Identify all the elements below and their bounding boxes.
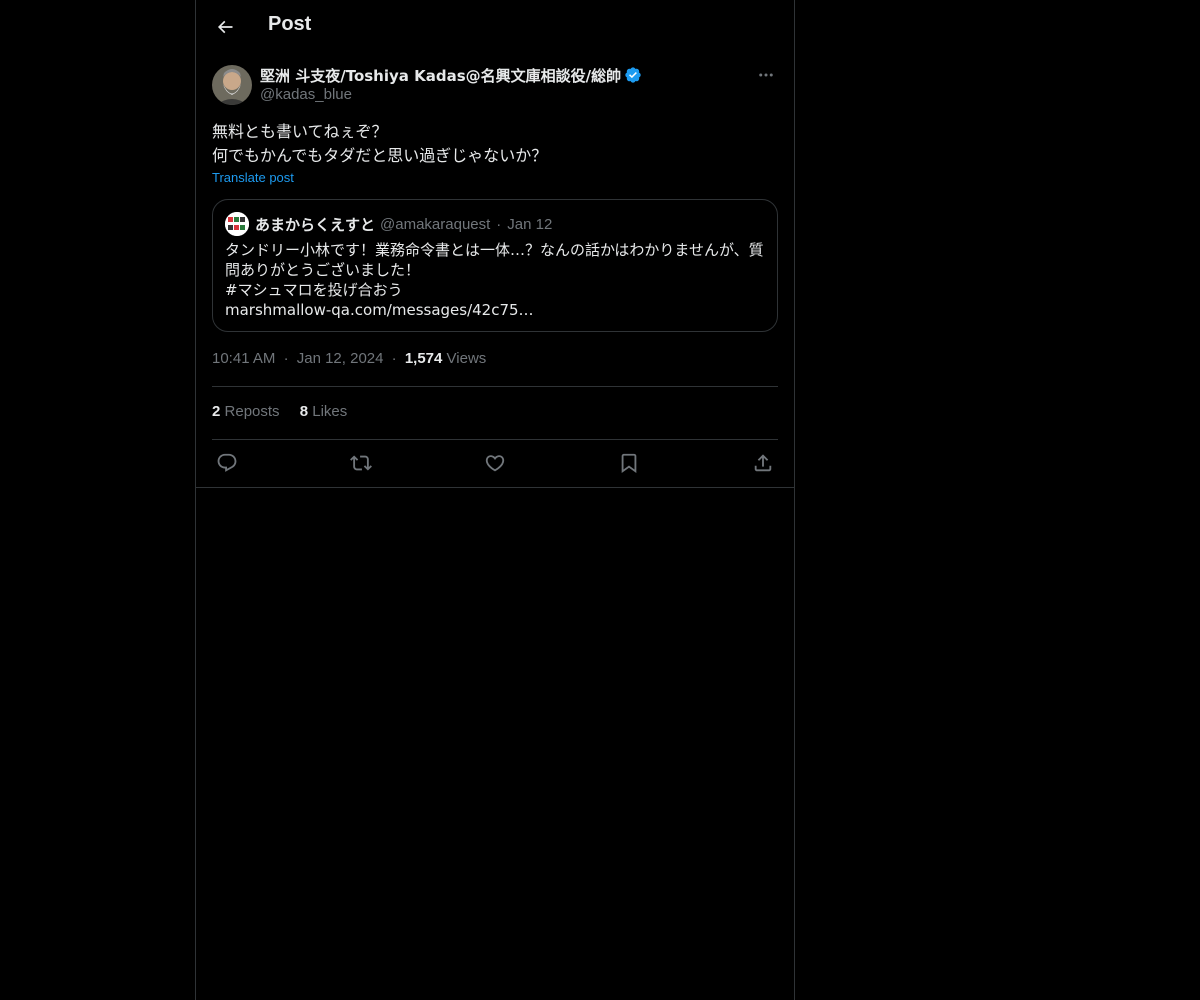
views-count: 1,574 bbox=[404, 350, 443, 367]
heart-icon bbox=[485, 455, 505, 472]
quoted-post[interactable]: あまからくえすと @amakaraquest · Jan 12 タンドリー小林で… bbox=[212, 199, 778, 332]
likes-label: Likes bbox=[312, 403, 348, 420]
likes-count: 8 bbox=[299, 403, 309, 420]
post-text: 無料とも書いてねぇぞ？ 何でもかんでもタダだと思い過ぎじゃないか？ bbox=[212, 120, 778, 168]
quoted-post-header: あまからくえすと @amakaraquest · Jan 12 bbox=[225, 212, 552, 236]
verified-badge-icon bbox=[624, 66, 642, 84]
divider bbox=[212, 439, 778, 440]
arrow-left-icon bbox=[217, 20, 233, 34]
reposts-label: Reposts bbox=[224, 403, 280, 420]
quoted-text-line: 問ありがとうございました！ bbox=[225, 261, 421, 279]
quoted-author-handle: @amakaraquest bbox=[380, 215, 491, 233]
separator-dot: · bbox=[283, 350, 289, 367]
post-date[interactable]: Jan 12, 2024 bbox=[297, 350, 384, 367]
quoted-hashtag: #マシュマロを投げ合おう bbox=[225, 281, 403, 299]
divider bbox=[196, 487, 794, 488]
bookmark-button[interactable] bbox=[614, 449, 644, 477]
author-name-row[interactable]: 堅洲 斗支夜/Toshiya Kadas@名興文庫相談役/総帥 bbox=[260, 64, 642, 86]
post-time[interactable]: 10:41 AM bbox=[212, 350, 275, 367]
share-button[interactable] bbox=[748, 449, 778, 477]
bookmark-icon bbox=[621, 453, 637, 474]
post-stats: 2 Reposts 8 Likes bbox=[212, 403, 347, 420]
post-text-line: 何でもかんでもタダだと思い過ぎじゃないか？ bbox=[212, 146, 548, 165]
quoted-author-name: あまからくえすと bbox=[255, 215, 376, 234]
quoted-text-line: タンドリー小林です！業務命令書とは一体…？なんの話かはわかりませんが、質 bbox=[225, 241, 764, 259]
action-bar bbox=[212, 449, 778, 477]
avatar[interactable] bbox=[212, 65, 252, 105]
separator-dot: · bbox=[496, 215, 502, 233]
reply-icon bbox=[217, 453, 237, 472]
quoted-post-text: タンドリー小林です！業務命令書とは一体…？なんの話かはわかりませんが、質 問あり… bbox=[225, 240, 767, 320]
post-text-line: 無料とも書いてねぇぞ？ bbox=[212, 122, 388, 141]
more-button[interactable] bbox=[754, 64, 778, 86]
main-column: Post 堅洲 斗支夜/Toshiya Kadas@名興文庫相談役/総帥 @ka… bbox=[195, 0, 795, 1000]
quoted-avatar[interactable] bbox=[225, 212, 249, 236]
page-title: Post bbox=[268, 13, 312, 35]
back-button[interactable] bbox=[208, 8, 242, 46]
repost-button[interactable] bbox=[346, 449, 376, 477]
author-handle[interactable]: @kadas_blue bbox=[260, 86, 352, 103]
separator-dot: · bbox=[391, 350, 397, 367]
reply-button[interactable] bbox=[212, 449, 242, 477]
author-name[interactable]: 堅洲 斗支夜/Toshiya Kadas@名興文庫相談役/総帥 bbox=[260, 65, 621, 86]
likes-stat[interactable]: 8 Likes bbox=[300, 403, 348, 420]
quoted-link: marshmallow-qa.com/messages/42c75… bbox=[225, 301, 534, 319]
like-button[interactable] bbox=[480, 449, 510, 477]
views-label: Views bbox=[446, 350, 487, 367]
page-header: Post bbox=[196, 0, 794, 54]
translate-post-link[interactable]: Translate post bbox=[212, 170, 294, 185]
post-author: 堅洲 斗支夜/Toshiya Kadas@名興文庫相談役/総帥 @kadas_b… bbox=[212, 64, 778, 108]
more-icon bbox=[759, 73, 773, 77]
reposts-count: 2 bbox=[212, 403, 221, 420]
repost-icon bbox=[350, 455, 372, 471]
post-meta: 10:41 AM · Jan 12, 2024 · 1,574 Views bbox=[212, 350, 486, 367]
reposts-stat[interactable]: 2 Reposts bbox=[212, 403, 280, 420]
quoted-date: Jan 12 bbox=[507, 215, 553, 233]
divider bbox=[212, 386, 778, 387]
share-icon bbox=[754, 454, 772, 472]
